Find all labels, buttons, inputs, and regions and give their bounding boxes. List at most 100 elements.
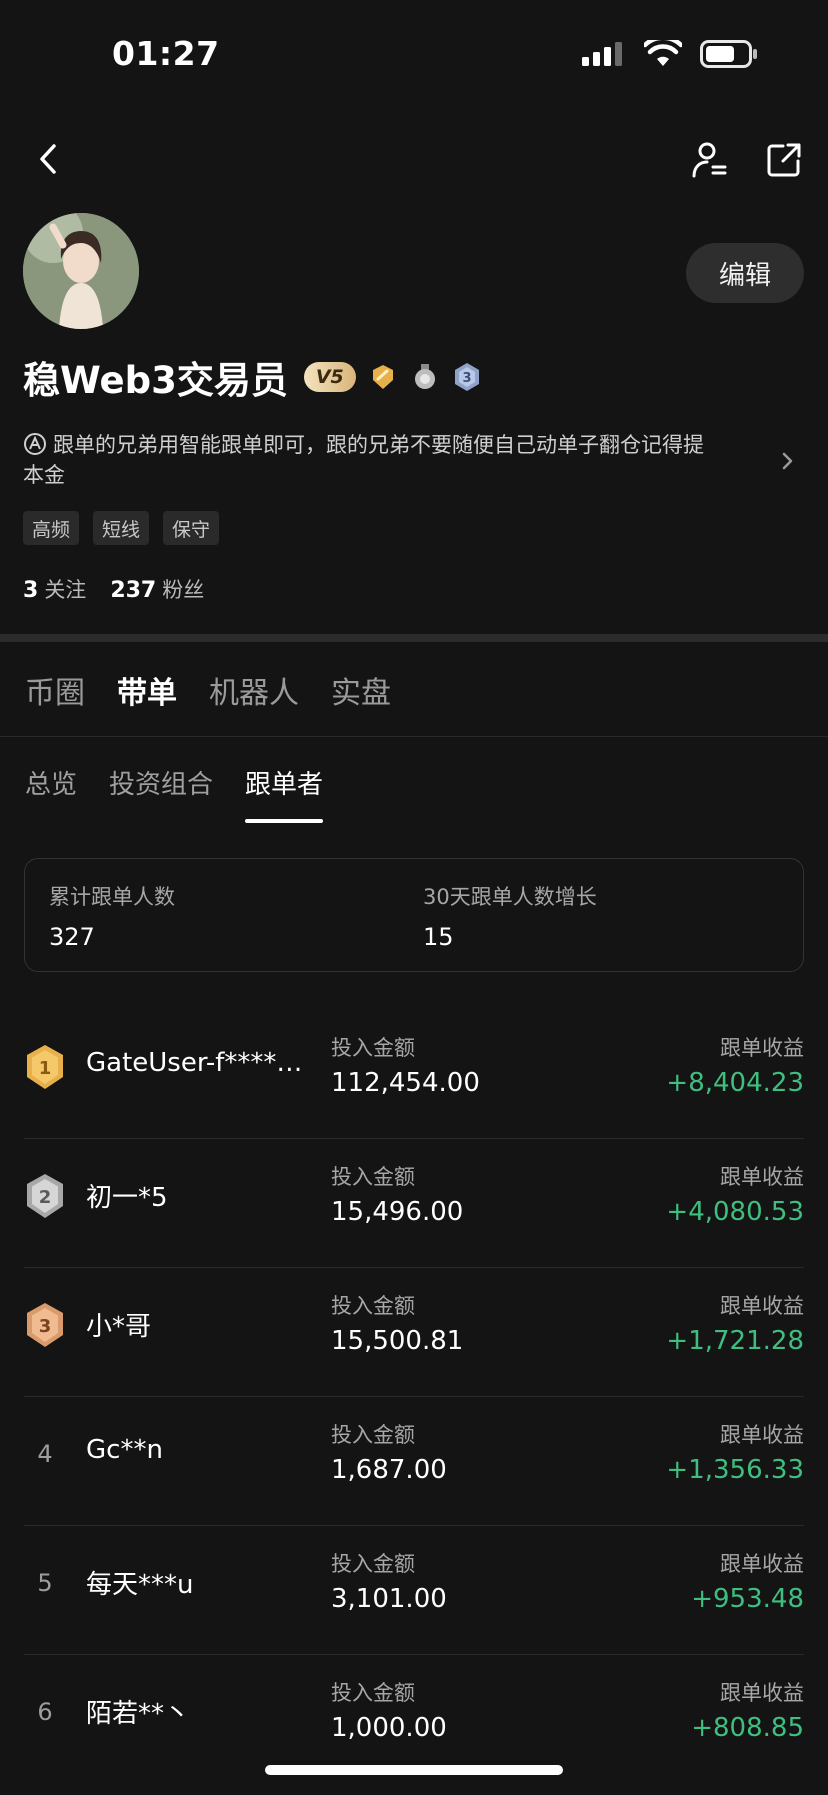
copier-name: 每天***u xyxy=(86,1570,194,1600)
back-button[interactable] xyxy=(28,134,68,184)
profit-value: +4,080.53 xyxy=(666,1197,804,1227)
ai-icon xyxy=(24,433,46,455)
profit-label: 跟单收益 xyxy=(720,1552,804,1576)
tab-live[interactable]: 实盘 xyxy=(331,668,391,712)
tab-copiers[interactable]: 跟单者 xyxy=(245,764,324,823)
copier-list: 1 GateUser-f****… 投入金额 112,454.00 跟单收益 +… xyxy=(0,1010,828,1784)
level-three-badge-icon[interactable]: 3 xyxy=(452,362,482,392)
silver-medal-icon[interactable] xyxy=(410,362,440,392)
home-indicator[interactable] xyxy=(265,1765,563,1775)
profit-value: +808.85 xyxy=(691,1713,804,1743)
status-icons xyxy=(582,40,758,68)
profit-label: 跟单收益 xyxy=(720,1423,804,1447)
tag-item: 高频 xyxy=(23,511,80,545)
tab-copy-trading[interactable]: 带单 xyxy=(117,668,177,712)
wifi-icon xyxy=(644,40,682,66)
share-button[interactable] xyxy=(762,138,806,182)
tag-list: 高频 短线 保守 xyxy=(23,511,220,545)
following-link[interactable]: 3 关注 xyxy=(23,574,86,604)
tabs-divider xyxy=(0,736,828,737)
edit-profile-button[interactable]: 编辑 xyxy=(686,243,804,303)
bio-text: 跟单的兄弟用智能跟单即可，跟的兄弟不要随便自己动单子翻仓记得提本金 xyxy=(23,433,704,487)
tab-portfolio[interactable]: 投资组合 xyxy=(109,764,213,823)
rank-number: 4 xyxy=(37,1440,53,1468)
tab-crypto[interactable]: 币圈 xyxy=(25,668,85,712)
gold-rank-icon: 1 xyxy=(24,1044,66,1090)
name-row: 稳Web3交易员 V5 3 xyxy=(23,350,482,404)
section-divider xyxy=(0,634,828,642)
amount-value: 112,454.00 xyxy=(331,1068,480,1098)
rank-number: 3 xyxy=(39,1316,52,1337)
amount-label: 投入金额 xyxy=(331,1165,415,1189)
tab-overview[interactable]: 总览 xyxy=(25,764,77,823)
avatar[interactable] xyxy=(23,213,139,329)
profit-value: +953.48 xyxy=(691,1584,804,1614)
amount-label: 投入金额 xyxy=(331,1036,415,1060)
list-item[interactable]: 4 Gc**n 投入金额 1,687.00 跟单收益 +1,356.33 xyxy=(24,1397,804,1526)
svg-text:3: 3 xyxy=(462,371,471,386)
tag-item: 保守 xyxy=(163,511,220,545)
battery-icon xyxy=(700,40,757,68)
list-item[interactable]: 5 每天***u 投入金额 3,101.00 跟单收益 +953.48 xyxy=(24,1526,804,1655)
status-time: 01:27 xyxy=(112,34,220,73)
copier-growth-stat: 30天跟单人数增长 15 xyxy=(423,881,597,951)
amount-label: 投入金额 xyxy=(331,1294,415,1318)
rank-number: 2 xyxy=(39,1187,52,1208)
profit-label: 跟单收益 xyxy=(720,1036,804,1060)
gold-medal-icon[interactable] xyxy=(368,362,398,392)
rank-number: 6 xyxy=(37,1698,53,1726)
amount-value: 1,687.00 xyxy=(331,1455,447,1485)
followers-label: 粉丝 xyxy=(162,578,205,602)
profile-switch-button[interactable] xyxy=(688,138,732,182)
avatar-image xyxy=(23,213,139,329)
trader-name: 稳Web3交易员 xyxy=(23,359,288,402)
list-item[interactable]: 3 小*哥 投入金额 15,500.81 跟单收益 +1,721.28 xyxy=(24,1268,804,1397)
profit-value: +1,721.28 xyxy=(666,1326,804,1356)
total-copiers-value: 327 xyxy=(49,923,95,951)
amount-value: 1,000.00 xyxy=(331,1713,447,1743)
main-tabs: 币圈 带单 机器人 实盘 xyxy=(25,668,391,712)
profit-value: +1,356.33 xyxy=(666,1455,804,1485)
rank-number: 5 xyxy=(37,1569,53,1597)
copier-name: Gc**n xyxy=(86,1435,163,1465)
total-copiers-label: 累计跟单人数 xyxy=(49,885,175,909)
following-count: 3 xyxy=(23,578,39,603)
followers-link[interactable]: 237 粉丝 xyxy=(110,574,204,604)
profit-label: 跟单收益 xyxy=(720,1681,804,1705)
followers-count: 237 xyxy=(110,578,157,603)
tag-item: 短线 xyxy=(93,511,150,545)
signal-icon xyxy=(582,42,622,66)
copier-name: 陌若**丶 xyxy=(86,1699,191,1729)
copier-stats-card: 累计跟单人数 327 30天跟单人数增长 15 xyxy=(24,858,804,972)
follow-stats: 3 关注 237 粉丝 xyxy=(23,574,204,604)
amount-value: 15,500.81 xyxy=(331,1326,464,1356)
amount-label: 投入金额 xyxy=(331,1423,415,1447)
status-bar: 01:27 xyxy=(0,0,828,110)
chevron-right-icon[interactable] xyxy=(778,446,798,476)
profit-label: 跟单收益 xyxy=(720,1165,804,1189)
vip-badge[interactable]: V5 xyxy=(303,362,356,392)
amount-value: 15,496.00 xyxy=(331,1197,464,1227)
silver-rank-icon: 2 xyxy=(24,1173,66,1219)
total-copiers-stat: 累计跟单人数 327 xyxy=(49,881,175,951)
list-item[interactable]: 1 GateUser-f****… 投入金额 112,454.00 跟单收益 +… xyxy=(24,1010,804,1139)
bronze-rank-icon: 3 xyxy=(24,1302,66,1348)
user-settings-icon xyxy=(692,142,727,178)
tab-bots[interactable]: 机器人 xyxy=(209,668,299,712)
copier-growth-label: 30天跟单人数增长 xyxy=(423,885,597,909)
sub-tabs: 总览 投资组合 跟单者 xyxy=(25,764,324,823)
amount-label: 投入金额 xyxy=(331,1681,415,1705)
list-item[interactable]: 2 初一*5 投入金额 15,496.00 跟单收益 +4,080.53 xyxy=(24,1139,804,1268)
profit-label: 跟单收益 xyxy=(720,1294,804,1318)
rank-number: 1 xyxy=(39,1058,52,1079)
chevron-left-icon xyxy=(40,144,56,174)
bio[interactable]: 跟单的兄弟用智能跟单即可，跟的兄弟不要随便自己动单子翻仓记得提本金 xyxy=(23,430,713,490)
copier-growth-value: 15 xyxy=(423,923,454,951)
amount-label: 投入金额 xyxy=(331,1552,415,1576)
profit-value: +8,404.23 xyxy=(666,1068,804,1098)
following-label: 关注 xyxy=(44,578,87,602)
copier-name: 初一*5 xyxy=(86,1183,168,1213)
amount-value: 3,101.00 xyxy=(331,1584,447,1614)
copier-name: GateUser-f****… xyxy=(86,1048,303,1078)
share-icon xyxy=(767,143,801,177)
